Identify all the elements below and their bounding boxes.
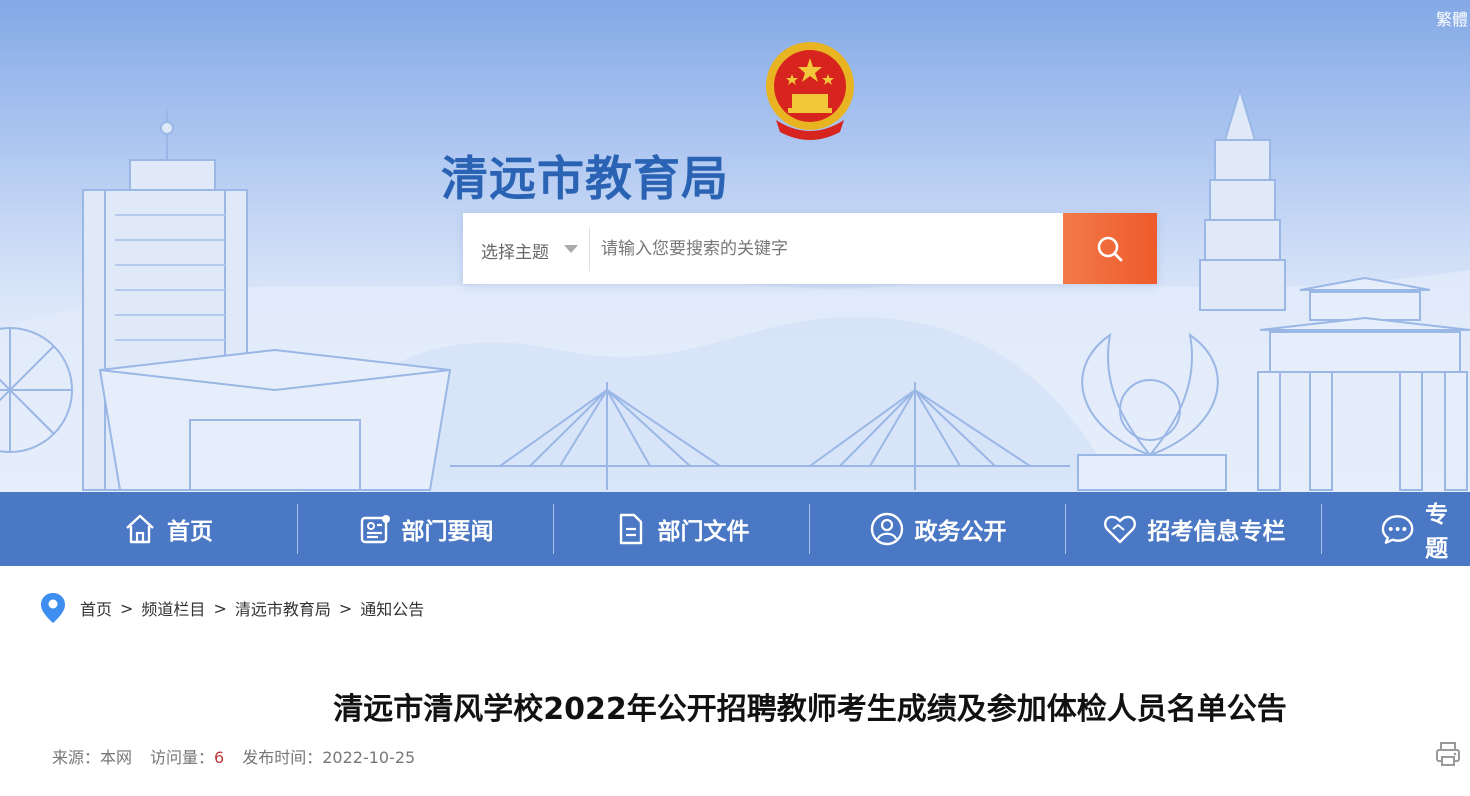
- user-circle-icon: [870, 512, 903, 546]
- breadcrumb: 首页 > 频道栏目 > 清远市教育局 > 通知公告: [40, 590, 424, 626]
- heart-handshake-icon: [1103, 515, 1136, 544]
- chat-icon: [1381, 515, 1414, 544]
- nav-label: 政务公开: [914, 519, 1007, 545]
- views-label: 访问量：: [150, 748, 215, 767]
- nav-divider: [1321, 504, 1322, 554]
- document-icon: [619, 513, 642, 545]
- search-input[interactable]: [591, 213, 1071, 284]
- chevron-down-icon: [564, 245, 578, 253]
- date-label: 发布时间：: [242, 748, 323, 767]
- nav-item-department-news[interactable]: 部门要闻: [298, 492, 553, 566]
- breadcrumb-separator: >: [338, 598, 353, 618]
- news-icon: [360, 515, 390, 544]
- article-views: 访问量：6: [150, 744, 224, 768]
- breadcrumb-channels[interactable]: 频道栏目: [141, 596, 205, 620]
- topic-select-label: 选择主题: [481, 243, 549, 263]
- breadcrumb-home[interactable]: 首页: [80, 596, 112, 620]
- topic-select[interactable]: 选择主题: [463, 213, 589, 284]
- nav-item-recruitment-info[interactable]: 招考信息专栏: [1066, 492, 1321, 566]
- article-title: 清远市清风学校2022年公开招聘教师考生成绩及参加体检人员名单公告: [333, 692, 1287, 727]
- nav-item-government-affairs[interactable]: 政务公开: [810, 492, 1065, 566]
- traditional-chinese-toggle[interactable]: 繁體: [1436, 6, 1468, 30]
- nav-label: 部门要闻: [401, 519, 494, 545]
- source-label: 来源：: [52, 748, 101, 767]
- breadcrumb-notices[interactable]: 通知公告: [360, 596, 424, 620]
- search-box: 选择主题: [463, 213, 1157, 284]
- search-icon: [1097, 236, 1123, 262]
- breadcrumb-separator: >: [213, 598, 227, 618]
- breadcrumb-bureau[interactable]: 清远市教育局: [235, 596, 331, 620]
- nav-item-special-topics[interactable]: 专题: [1380, 492, 1470, 566]
- search-divider: [589, 227, 590, 271]
- home-icon: [126, 514, 154, 544]
- article-date: 发布时间：2022-10-25: [242, 744, 415, 768]
- nav-item-department-documents[interactable]: 部门文件: [554, 492, 809, 566]
- site-title: 清远市教育局: [441, 152, 729, 207]
- views-value: 6: [214, 748, 225, 767]
- source-value: 本网: [100, 748, 133, 767]
- nav-item-home[interactable]: 首页: [40, 492, 296, 566]
- nav-label: 专题: [1425, 502, 1449, 562]
- national-emblem-icon: [766, 42, 854, 140]
- breadcrumb-separator: >: [120, 598, 134, 618]
- main-nav: 首页 部门要闻 部门文件 政务公开 招考信息专栏 专题: [0, 492, 1470, 566]
- date-value: 2022-10-25: [322, 748, 416, 767]
- article-meta: 来源：本网 访问量：6 发布时间：2022-10-25: [52, 744, 433, 768]
- nav-label: 首页: [167, 519, 213, 545]
- header-banner: 繁體 清远市教育局 选择主题: [0, 0, 1470, 492]
- article-source: 来源：本网: [52, 744, 132, 768]
- nav-label: 部门文件: [657, 519, 750, 545]
- search-button[interactable]: [1063, 213, 1157, 284]
- nav-label: 招考信息专栏: [1147, 519, 1286, 545]
- location-pin-icon: [41, 593, 65, 623]
- print-icon[interactable]: [1434, 740, 1462, 768]
